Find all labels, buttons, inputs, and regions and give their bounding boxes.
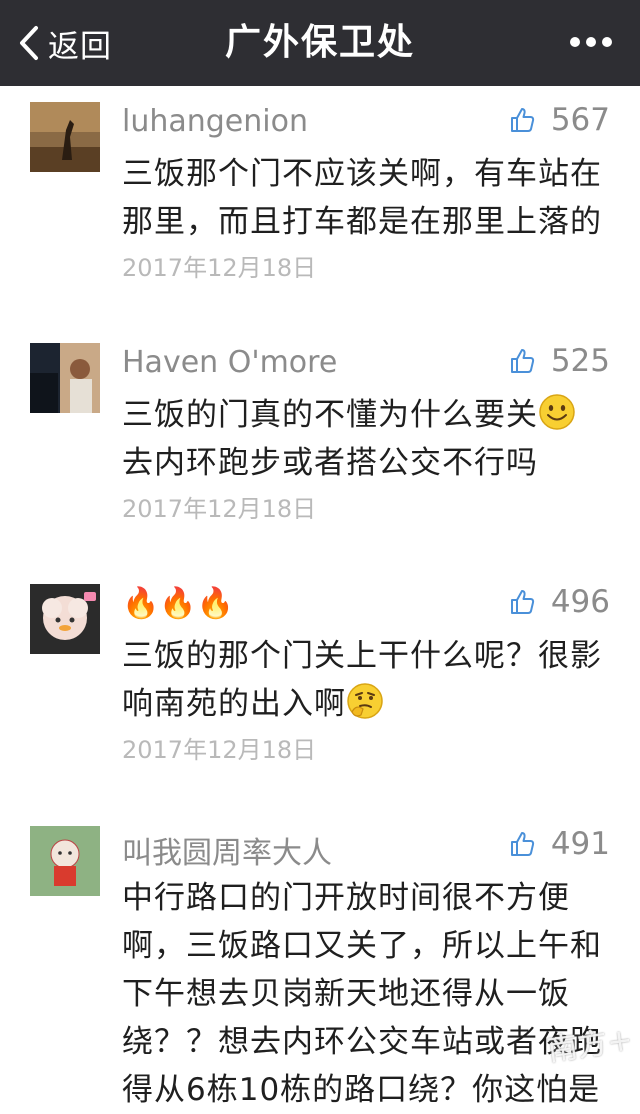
like-button[interactable]: 525 [509,343,610,379]
comment-text-line: 三饭那个门不应该关啊，有车站在 [122,156,602,192]
avatar[interactable] [30,584,100,654]
comment-text: 三饭的门真的不懂为什么要关 去内环跑步或者搭公交不行吗 [122,391,622,487]
thumbs-up-icon [510,590,534,614]
navigation-bar: 返回 广外保卫处 [0,0,640,86]
like-count: 567 [550,102,610,138]
comment-text-line: 去内环跑步或者搭公交不行吗 [122,445,538,481]
smile-emoji-icon [539,394,575,430]
commenter-name[interactable]: 叫我圆周率大人 [122,828,332,872]
commenter-name[interactable]: luhangenion [122,104,308,139]
like-button[interactable]: 491 [509,826,610,862]
like-button[interactable]: 496 [509,584,610,620]
comment-text-line: 那里，而且打车都是在那里上落的 [122,204,602,240]
commenter-name[interactable]: 🔥🔥🔥 [122,586,234,621]
thinking-emoji-icon [347,683,383,719]
thumbs-up-icon [510,108,534,132]
comment-text-line: 三饭的那个门关上干什么呢？很影 [122,638,602,674]
page-title: 广外保卫处 [224,22,415,63]
comment-text-line: 中行路口的门开放时间很不方便 [122,880,570,916]
commenter-name[interactable]: Haven O'more [122,345,337,380]
thumbs-up-icon [510,832,534,856]
like-count: 496 [550,584,610,620]
avatar[interactable] [30,102,100,172]
more-dot-icon [586,37,596,47]
thumbs-up-icon [510,349,534,373]
comment-text-line: 啊，三饭路口又关了，所以上午和 [122,928,602,964]
more-button[interactable] [570,32,612,52]
avatar[interactable] [30,343,100,413]
comment-text-line: 得从6栋10栋的路口绕？你这怕是 [122,1072,601,1108]
comment-date: 2017年12月18日 [122,495,317,523]
comment-text: 三饭那个门不应该关啊，有车站在 那里，而且打车都是在那里上落的 [122,150,622,246]
comment-text-line: 响南苑的出入啊 [122,686,346,722]
avatar[interactable] [30,826,100,896]
comment-text: 中行路口的门开放时间很不方便 啊，三饭路口又关了，所以上午和 下午想去贝岗新天地… [122,874,622,1114]
comment-text-line: 下午想去贝岗新天地还得从一饭 [122,976,570,1012]
more-dot-icon [570,37,580,47]
comment-date: 2017年12月18日 [122,736,317,764]
like-count: 491 [550,826,610,862]
comment-text-line: 三饭的门真的不懂为什么要关 [122,397,538,433]
like-button[interactable]: 567 [509,102,610,138]
comment-text: 三饭的那个门关上干什么呢？很影 响南苑的出入啊 [122,632,622,728]
like-count: 525 [550,343,610,379]
more-dot-icon [602,37,612,47]
comment-date: 2017年12月18日 [122,254,317,282]
